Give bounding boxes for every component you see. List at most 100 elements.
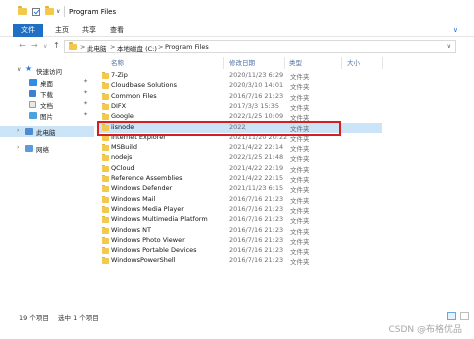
tab-file[interactable]: 文件 xyxy=(13,24,43,37)
column-header-date[interactable]: 修改日期 xyxy=(229,57,255,68)
file-type: 文件夹 xyxy=(290,155,310,164)
new-folder-icon[interactable] xyxy=(45,6,54,16)
pin-icon[interactable]: ✦ xyxy=(83,111,88,118)
pictures-icon xyxy=(29,112,37,119)
file-row[interactable]: Windows Portable Devices 2016/7/16 21:23 文… xyxy=(98,246,382,256)
explorer-window: ∨ Program Files 文件 主页 共享 查看 ∨ ← → ∨ ↑ > … xyxy=(0,0,474,339)
file-row[interactable]: Windows Multimedia Platform 2016/7/16 21:… xyxy=(98,215,382,225)
file-row[interactable]: DIFX 2017/3/3 15:35 文件夹 xyxy=(98,102,382,112)
large-icons-view-icon[interactable] xyxy=(460,312,469,320)
star-icon: ★ xyxy=(25,64,33,73)
file-name: Windows Portable Devices xyxy=(111,246,197,255)
file-name: Windows Photo Viewer xyxy=(111,235,185,244)
file-name: Google xyxy=(111,112,134,121)
sidebar-item-pictures[interactable]: 图片 ✦ xyxy=(0,110,94,121)
folder-icon xyxy=(102,113,109,121)
ribbon-expand-icon[interactable]: ∨ xyxy=(453,26,458,34)
recent-locations-button[interactable]: ∨ xyxy=(43,43,47,50)
breadcrumb-local-disk[interactable]: 本地磁盘 (C:) xyxy=(117,43,157,53)
column-header-type[interactable]: 类型 xyxy=(289,57,302,68)
file-type: 文件夹 xyxy=(290,83,310,92)
address-bar[interactable]: > 此电脑 > 本地磁盘 (C:) > Program Files ∨ xyxy=(64,40,456,53)
up-button[interactable]: ↑ xyxy=(53,41,60,50)
file-row[interactable]: Cloudbase Solutions 2020/3/10 14:01 文件夹 xyxy=(98,81,382,91)
file-row[interactable]: Reference Assemblies 2021/4/22 22:15 文件夹 xyxy=(98,174,382,184)
column-divider[interactable] xyxy=(382,57,383,69)
file-date: 2016/7/16 21:23 xyxy=(229,246,284,255)
file-date: 2016/7/16 21:23 xyxy=(229,215,284,224)
file-row[interactable]: QCloud 2021/4/22 22:19 文件夹 xyxy=(98,164,382,174)
tab-view[interactable]: 查看 xyxy=(109,24,125,37)
breadcrumb-this-pc[interactable]: 此电脑 xyxy=(87,43,107,53)
file-row[interactable]: Windows NT 2016/7/16 21:23 文件夹 xyxy=(98,226,382,236)
sidebar-item-network[interactable]: › 网络 xyxy=(0,143,94,154)
address-dropdown-icon[interactable]: ∨ xyxy=(447,43,451,50)
sidebar-item-quick-access[interactable]: ∨ ★ 快速访问 xyxy=(0,64,94,76)
pin-icon[interactable]: ✦ xyxy=(83,100,88,107)
file-date: 2021/11/23 6:15 xyxy=(229,184,284,193)
back-button[interactable]: ← xyxy=(19,41,26,50)
watermark: CSDN @布格优品 xyxy=(388,325,462,335)
sidebar-item-label: 图片 xyxy=(40,113,53,121)
file-row[interactable]: nodejs 2022/1/25 21:48 文件夹 xyxy=(98,153,382,163)
column-header-size[interactable]: 大小 xyxy=(347,57,360,68)
ribbon-tabs: 文件 主页 共享 查看 ∨ xyxy=(0,24,474,37)
file-name: 7-Zip xyxy=(111,71,128,79)
tab-share[interactable]: 共享 xyxy=(81,24,97,37)
folder-icon xyxy=(102,185,109,193)
item-count: 19 个项目 xyxy=(19,314,49,322)
file-row[interactable]: Windows Photo Viewer 2016/7/16 21:23 文件夹 xyxy=(98,236,382,246)
file-row[interactable]: MSBuild 2021/4/22 22:14 文件夹 xyxy=(98,143,382,153)
pin-icon[interactable]: ✦ xyxy=(83,89,88,96)
breadcrumb-separator: > xyxy=(110,43,116,51)
file-type: 文件夹 xyxy=(290,165,310,174)
file-row[interactable]: Windows Defender 2021/11/23 6:15 文件夹 xyxy=(98,184,382,194)
pin-icon[interactable]: ✦ xyxy=(83,78,88,85)
expand-icon[interactable]: ∨ xyxy=(17,66,21,73)
file-date: 2016/7/16 21:23 xyxy=(229,91,284,100)
quick-access-dropdown-icon[interactable]: ∨ xyxy=(56,8,60,15)
file-name: Common Files xyxy=(111,91,157,100)
file-date: 2021/4/22 22:14 xyxy=(229,143,284,152)
selection-count: 选中 1 个项目 xyxy=(58,314,99,322)
column-divider[interactable] xyxy=(284,57,285,69)
tab-home[interactable]: 主页 xyxy=(54,24,70,37)
file-row[interactable]: Windows Mail 2016/7/16 21:23 文件夹 xyxy=(98,195,382,205)
breadcrumb-program-files[interactable]: Program Files xyxy=(165,43,209,51)
file-date: 2021/4/22 22:19 xyxy=(229,163,284,172)
sidebar-item-downloads[interactable]: 下载 ✦ xyxy=(0,88,94,99)
forward-button[interactable]: → xyxy=(31,41,38,50)
file-name: Windows Defender xyxy=(111,184,173,193)
file-row[interactable]: WindowsPowerShell 2016/7/16 21:23 文件夹 xyxy=(98,256,382,266)
file-list: 名称 修改日期 类型 大小 7-Zip 2020/11/23 6:29 文件夹 Clo… xyxy=(96,57,474,309)
file-date: 2020/11/23 6:29 xyxy=(229,71,284,79)
file-name: Windows Mail xyxy=(111,194,156,203)
network-icon xyxy=(25,145,33,152)
folder-icon xyxy=(102,154,109,162)
documents-icon xyxy=(29,101,36,108)
details-view-icon[interactable] xyxy=(447,312,456,320)
title-divider xyxy=(64,6,65,17)
file-type: 文件夹 xyxy=(290,227,310,236)
sidebar-item-documents[interactable]: 文档 ✦ xyxy=(0,99,94,110)
file-date: 2020/3/10 14:01 xyxy=(229,81,284,90)
address-folder-icon xyxy=(69,42,77,50)
column-divider[interactable] xyxy=(223,57,224,69)
file-name: Windows Multimedia Platform xyxy=(111,215,208,224)
expand-icon[interactable]: › xyxy=(17,127,19,134)
sidebar-item-this-pc[interactable]: › 此电脑 xyxy=(0,126,94,137)
sidebar-item-label: 此电脑 xyxy=(36,129,56,137)
expand-icon[interactable]: › xyxy=(17,144,19,151)
column-header-name[interactable]: 名称 xyxy=(111,57,124,68)
file-row[interactable]: 7-Zip 2020/11/23 6:29 文件夹 xyxy=(98,71,382,81)
file-name: Reference Assemblies xyxy=(111,174,183,182)
file-type: 文件夹 xyxy=(290,145,310,154)
file-row[interactable]: Common Files 2016/7/16 21:23 文件夹 xyxy=(98,92,382,102)
folder-icon xyxy=(102,247,109,255)
title-bar: ∨ Program Files xyxy=(0,0,474,24)
properties-icon[interactable] xyxy=(32,8,41,16)
folder-icon xyxy=(102,236,109,244)
column-divider[interactable] xyxy=(341,57,342,69)
file-row[interactable]: Windows Media Player 2016/7/16 21:23 文件夹 xyxy=(98,205,382,215)
sidebar-item-desktop[interactable]: 桌面 ✦ xyxy=(0,77,94,88)
